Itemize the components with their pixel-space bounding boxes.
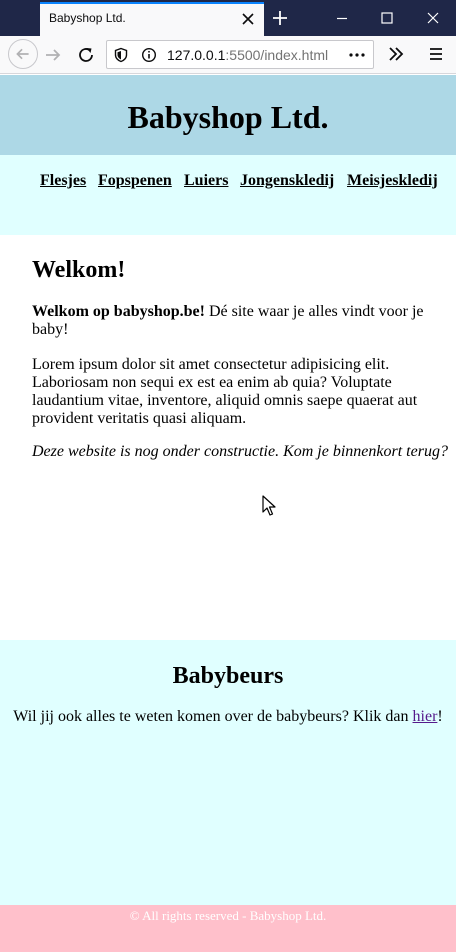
site-footer: © All rights reserved - Babyshop Ltd. xyxy=(0,905,456,952)
browser-toolbar: 127.0.0.1:5500/index.html xyxy=(0,36,456,74)
minimize-icon[interactable] xyxy=(332,8,352,28)
browser-tab[interactable]: Babyshop Ltd. xyxy=(40,2,264,36)
babybeurs-section: Babybeurs Wil jij ook alles te weten kom… xyxy=(0,640,456,905)
info-icon[interactable] xyxy=(141,47,157,63)
nav-link-meisjeskledij[interactable]: Meisjeskledij xyxy=(347,172,438,190)
babybeurs-link[interactable]: hier xyxy=(413,708,438,725)
url-path: :5500/index.html xyxy=(225,47,329,63)
lorem-paragraph: Lorem ipsum dolor sit amet consectetur a… xyxy=(32,356,418,427)
maximize-icon[interactable] xyxy=(377,8,397,28)
babybeurs-heading: Babybeurs xyxy=(172,663,284,689)
close-window-icon[interactable] xyxy=(423,8,443,28)
back-icon[interactable] xyxy=(8,39,38,69)
web-page: Babyshop Ltd. Flesjes Fopspenen Luiers J… xyxy=(0,75,456,952)
welcome-section: Welkom! Welkom op babyshop.be! Dé site w… xyxy=(0,235,456,640)
more-icon[interactable] xyxy=(347,47,367,63)
forward-icon[interactable] xyxy=(41,43,65,67)
nav-link-fopspenen[interactable]: Fopspenen xyxy=(98,172,172,190)
site-title: Babyshop Ltd. xyxy=(127,99,329,135)
babybeurs-text-before: Wil jij ook alles te weten komen over de… xyxy=(13,708,413,725)
browser-tab-bar: Babyshop Ltd. xyxy=(0,0,456,36)
babybeurs-text-after: ! xyxy=(437,708,443,725)
close-icon[interactable] xyxy=(240,11,256,27)
intro-paragraph: Welkom op babyshop.be! Dé site waar je a… xyxy=(32,303,442,339)
welcome-heading: Welkom! xyxy=(32,257,126,283)
intro-bold: Welkom op babyshop.be! xyxy=(32,303,205,320)
url-text[interactable]: 127.0.0.1:5500/index.html xyxy=(167,47,328,63)
site-nav: Flesjes Fopspenen Luiers Jongenskledij M… xyxy=(0,155,456,235)
nav-link-flesjes[interactable]: Flesjes xyxy=(40,172,86,190)
footer-text: © All rights reserved - Babyshop Ltd. xyxy=(129,908,327,923)
menu-icon[interactable] xyxy=(426,44,446,64)
nav-link-jongenskledij[interactable]: Jongenskledij xyxy=(240,172,334,190)
site-header: Babyshop Ltd. xyxy=(0,75,456,155)
overflow-icon[interactable] xyxy=(386,44,406,64)
tab-title: Babyshop Ltd. xyxy=(49,11,126,25)
url-host: 127.0.0.1 xyxy=(167,47,226,63)
nav-link-luiers[interactable]: Luiers xyxy=(184,172,228,190)
babybeurs-text: Wil jij ook alles te weten komen over de… xyxy=(0,708,456,726)
plus-icon[interactable] xyxy=(270,8,290,28)
construction-notice: Deze website is nog onder constructie. K… xyxy=(32,443,448,460)
shield-icon[interactable] xyxy=(113,47,129,63)
reload-icon[interactable] xyxy=(74,43,98,67)
url-bar[interactable]: 127.0.0.1:5500/index.html xyxy=(106,40,374,69)
cursor-icon xyxy=(262,495,276,516)
